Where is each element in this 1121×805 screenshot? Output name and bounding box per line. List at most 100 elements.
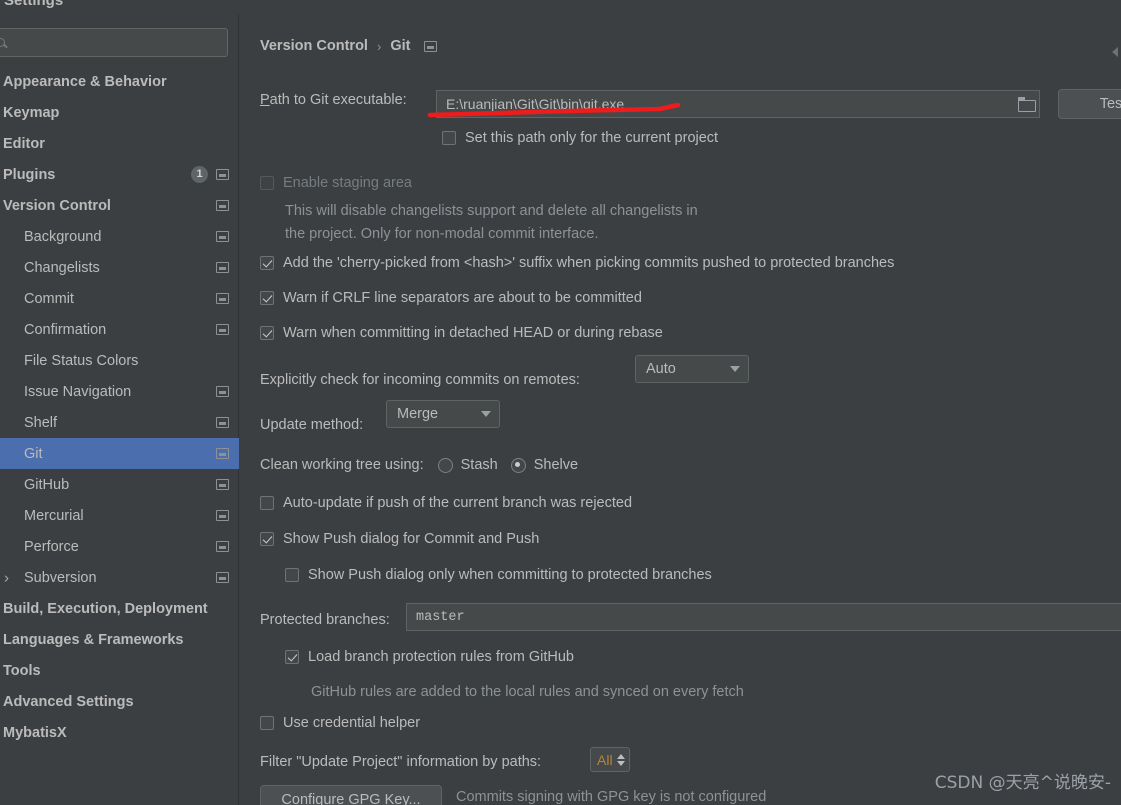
sidebar-item-keymap[interactable]: Keymap [0, 97, 239, 128]
filter-update-project-spinner[interactable]: All [590, 747, 630, 772]
sidebar-item-label: Commit [24, 290, 74, 307]
warn-crlf-label: Warn if CRLF line separators are about t… [283, 290, 642, 306]
modified-indicator-icon [216, 169, 229, 180]
breadcrumb-parent[interactable]: Version Control [260, 38, 368, 54]
sidebar-item-shelf[interactable]: Shelf [0, 407, 239, 438]
sidebar-item-version-control[interactable]: Version Control [0, 190, 239, 221]
load-branch-protection-checkbox[interactable] [285, 650, 299, 664]
configure-gpg-key-button[interactable]: Configure GPG Key... [260, 785, 442, 805]
sidebar-item-confirmation[interactable]: Confirmation [0, 314, 239, 345]
warn-detached-head-label: Warn when committing in detached HEAD or… [283, 325, 663, 341]
sidebar-item-mercurial[interactable]: Mercurial [0, 500, 239, 531]
protected-branches-input[interactable]: master [406, 603, 1121, 631]
sidebar-item-issue-navigation[interactable]: Issue Navigation [0, 376, 239, 407]
sidebar-search[interactable] [0, 28, 228, 57]
show-push-dialog-checkbox[interactable] [260, 532, 274, 546]
show-push-dialog-label: Show Push dialog for Commit and Push [283, 531, 540, 547]
warn-crlf-checkbox[interactable] [260, 291, 274, 305]
cherry-pick-suffix-checkbox[interactable] [260, 256, 274, 270]
sidebar-item-perforce[interactable]: Perforce [0, 531, 239, 562]
update-method-label: Update method: [260, 417, 364, 433]
modified-indicator-icon [216, 200, 229, 211]
path-to-git-label: Path to Git executable: [260, 92, 407, 108]
test-button[interactable]: Test [1058, 89, 1121, 119]
sidebar-item-commit[interactable]: Commit [0, 283, 239, 314]
scroll-hint-arrow-icon [1112, 47, 1118, 57]
use-credential-helper-checkbox[interactable] [260, 716, 274, 730]
show-push-dialog-row[interactable]: Show Push dialog for Commit and Push [260, 531, 539, 547]
warn-crlf-row[interactable]: Warn if CRLF line separators are about t… [260, 290, 642, 306]
sidebar-item-subversion[interactable]: › Subversion [0, 562, 239, 593]
sidebar-item-github[interactable]: GitHub [0, 469, 239, 500]
sidebar-item-label: Editor [3, 135, 45, 152]
sidebar-item-label: Confirmation [24, 321, 107, 338]
filter-update-project-label: Filter "Update Project" information by p… [260, 753, 542, 770]
cherry-pick-suffix-row[interactable]: Add the 'cherry-picked from <hash>' suff… [260, 255, 894, 271]
set-path-current-project-checkbox[interactable] [442, 131, 456, 145]
clean-shelve-radio[interactable] [510, 457, 526, 473]
chevron-down-icon [481, 411, 491, 417]
auto-update-rejected-label: Auto-update if push of the current branc… [283, 495, 633, 511]
settings-sidebar: Appearance & Behavior Keymap Editor Plugins… [0, 14, 239, 805]
show-push-dialog-protected-label: Show Push dialog only when committing to… [308, 567, 712, 583]
use-credential-helper-row[interactable]: Use credential helper [260, 715, 420, 731]
gpg-status-text: Commits signing with GPG key is not conf… [456, 789, 767, 805]
clean-working-tree-row: Clean working tree using: Stash Shelve [260, 457, 578, 473]
sidebar-item-file-status-colors[interactable]: File Status Colors [0, 345, 239, 376]
warn-detached-head-row[interactable]: Warn when committing in detached HEAD or… [260, 325, 663, 341]
modified-indicator-icon [216, 572, 229, 583]
sidebar-item-label: Appearance & Behavior [3, 73, 167, 90]
enable-staging-area-checkbox[interactable] [260, 176, 274, 190]
sidebar-item-label: Git [24, 445, 43, 462]
cherry-pick-suffix-label: Add the 'cherry-picked from <hash>' suff… [283, 255, 895, 271]
enable-staging-area-row[interactable]: Enable staging area [260, 175, 412, 191]
incoming-commits-row: Explicitly check for incoming commits on… [260, 366, 580, 394]
spinner-down-icon[interactable] [616, 760, 625, 766]
show-push-dialog-protected-checkbox[interactable] [285, 568, 299, 582]
sidebar-item-languages-frameworks[interactable]: Languages & Frameworks [0, 624, 239, 655]
load-branch-protection-row[interactable]: Load branch protection rules from GitHub [285, 649, 574, 665]
incoming-commits-label: Explicitly check for incoming commits on… [260, 372, 580, 388]
sidebar-item-mybatisx[interactable]: MybatisX [0, 717, 239, 748]
auto-update-rejected-checkbox[interactable] [260, 496, 274, 510]
window-title: Settings [4, 0, 64, 9]
sidebar-item-label: Shelf [24, 414, 58, 431]
window-title-bar: Settings [0, 0, 1121, 14]
sidebar-item-tools[interactable]: Tools [0, 655, 239, 686]
sidebar-item-label: Version Control [3, 197, 111, 214]
show-push-dialog-protected-row[interactable]: Show Push dialog only when committing to… [285, 567, 712, 583]
breadcrumb: Version Control › Git [260, 38, 438, 54]
sidebar-item-plugins[interactable]: Plugins 1 [0, 159, 239, 190]
sidebar-item-changelists[interactable]: Changelists [0, 252, 239, 283]
spinner-up-icon[interactable] [616, 753, 625, 759]
sidebar-item-git[interactable]: Git [0, 438, 239, 469]
sidebar-item-advanced-settings[interactable]: Advanced Settings [0, 686, 239, 717]
incoming-commits-value: Auto [646, 361, 676, 377]
path-to-git-input[interactable]: E:\ruanjian\Git\Git\bin\git.exe [436, 90, 1040, 118]
warn-detached-head-checkbox[interactable] [260, 326, 274, 340]
update-method-dropdown[interactable]: Merge [386, 400, 500, 428]
sidebar-item-build-execution-deployment[interactable]: Build, Execution, Deployment [0, 593, 239, 624]
sidebar-item-appearance-behavior[interactable]: Appearance & Behavior [0, 66, 239, 97]
incoming-commits-dropdown[interactable]: Auto [635, 355, 749, 383]
load-branch-protection-label: Load branch protection rules from GitHub [308, 649, 574, 665]
sidebar-item-background[interactable]: Background [0, 221, 239, 252]
auto-update-rejected-row[interactable]: Auto-update if push of the current branc… [260, 495, 632, 511]
browse-folder-icon[interactable] [1018, 97, 1036, 112]
search-box[interactable] [0, 28, 228, 57]
set-path-current-project-row[interactable]: Set this path only for the current proje… [442, 130, 718, 146]
sidebar-item-badge: 1 [191, 166, 208, 183]
github-rules-note-row: GitHub rules are added to the local rule… [311, 684, 744, 700]
sidebar-item-label: Issue Navigation [24, 383, 132, 400]
spinner-arrows-icon[interactable] [616, 753, 625, 766]
clean-working-tree-label: Clean working tree using: [260, 457, 424, 473]
chevron-right-icon[interactable]: › [4, 570, 9, 585]
search-icon [0, 36, 9, 50]
clean-stash-radio[interactable] [437, 457, 453, 473]
search-input[interactable] [9, 35, 227, 50]
sidebar-item-editor[interactable]: Editor [0, 128, 239, 159]
breadcrumb-separator-icon: › [376, 38, 382, 54]
sidebar-item-label: Mercurial [24, 507, 84, 524]
watermark: CSDN @天亮^说晚安- [934, 773, 1111, 793]
sidebar-item-label: Plugins [3, 166, 56, 183]
